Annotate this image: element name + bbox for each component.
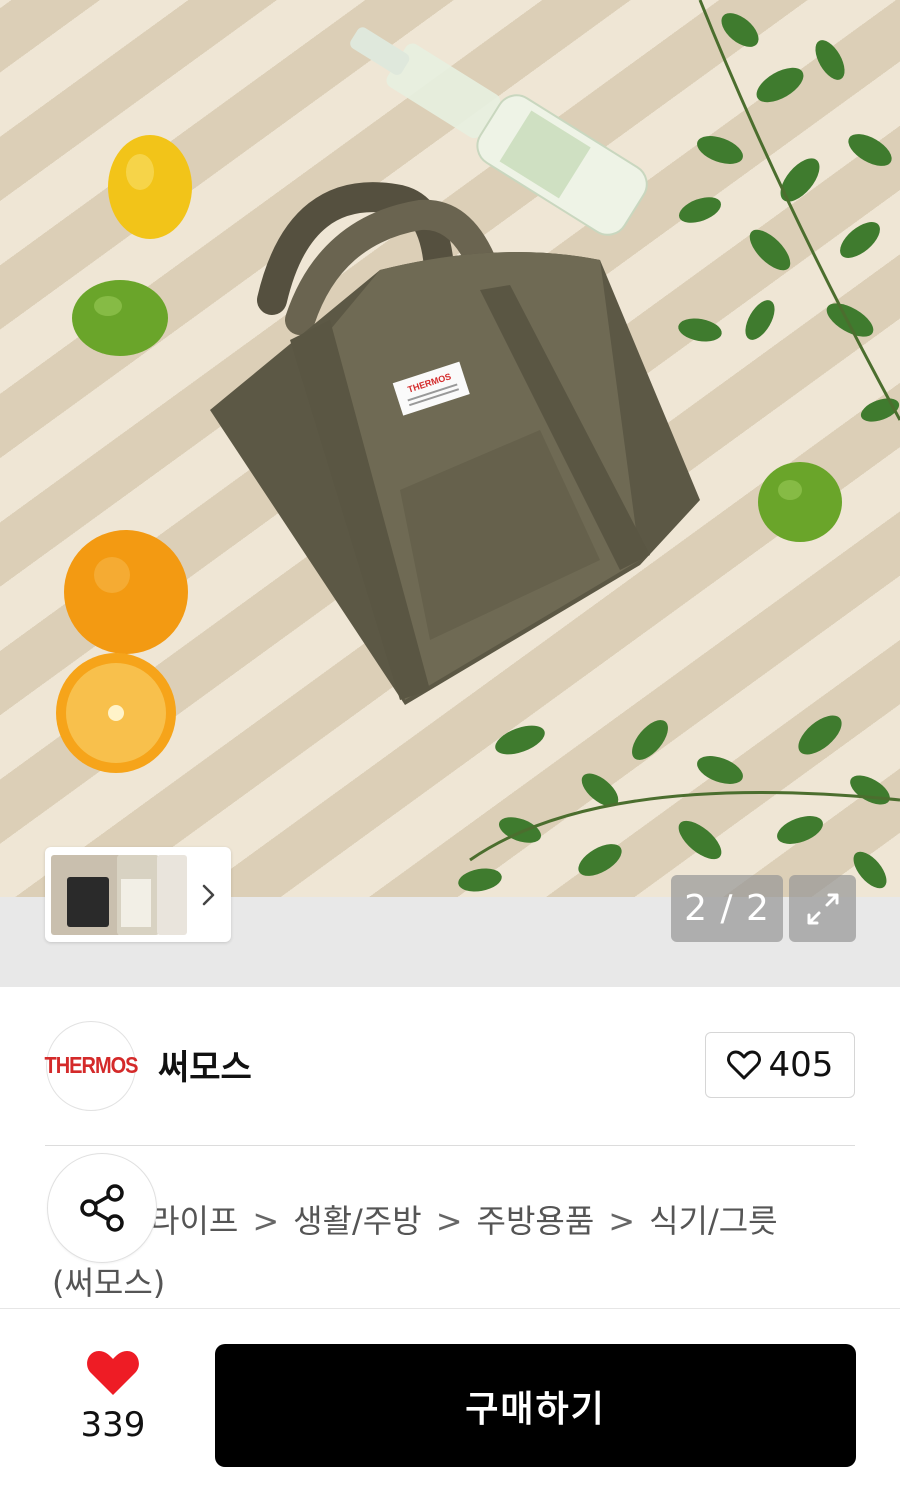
chevron-right-icon[interactable] (201, 883, 217, 907)
thumbnail-2[interactable] (117, 855, 159, 935)
expand-icon (807, 893, 838, 924)
category-item[interactable]: 라이프 (150, 1202, 238, 1240)
category-separator: > (608, 1202, 636, 1240)
brand-name[interactable]: 써모스 (158, 1040, 252, 1089)
category-item[interactable]: 생활/주방 (293, 1202, 422, 1240)
brand-follow-button[interactable]: 405 (705, 1032, 855, 1098)
bottom-action-bar: 339 구매하기 (0, 1308, 900, 1501)
buy-button[interactable]: 구매하기 (215, 1344, 856, 1467)
brand-logo-text: THERMOS (44, 1052, 139, 1079)
product-image[interactable]: THERMOS (0, 0, 900, 897)
category-item[interactable]: 식기/그릇 (649, 1202, 778, 1240)
brand-logo[interactable]: THERMOS (44, 1021, 139, 1111)
category-separator: > (252, 1202, 280, 1240)
heart-outline-icon (726, 1050, 761, 1080)
thumbnail-1[interactable] (51, 855, 121, 935)
like-button[interactable]: 339 (70, 1349, 156, 1445)
image-counter: 2 / 2 (671, 875, 783, 942)
category-separator: > (435, 1202, 463, 1240)
thumbnail-3[interactable] (157, 855, 187, 935)
category-suffix: (써모스) (52, 1264, 166, 1302)
share-button[interactable] (47, 1153, 157, 1263)
category-item[interactable]: 주방용품 (477, 1202, 595, 1240)
fullscreen-button[interactable] (789, 875, 856, 942)
share-icon (80, 1184, 124, 1232)
thumbnail-strip[interactable] (45, 847, 231, 942)
product-photo-illustration: THERMOS (56, 0, 900, 892)
divider (45, 1145, 855, 1146)
category-breadcrumb: 라이프 > 생활/주방 > 주방용품 > 식기/그릇 (써모스) (52, 1190, 842, 1314)
heart-filled-icon (87, 1351, 139, 1395)
follow-count: 405 (768, 1045, 834, 1085)
like-count: 339 (80, 1405, 146, 1445)
